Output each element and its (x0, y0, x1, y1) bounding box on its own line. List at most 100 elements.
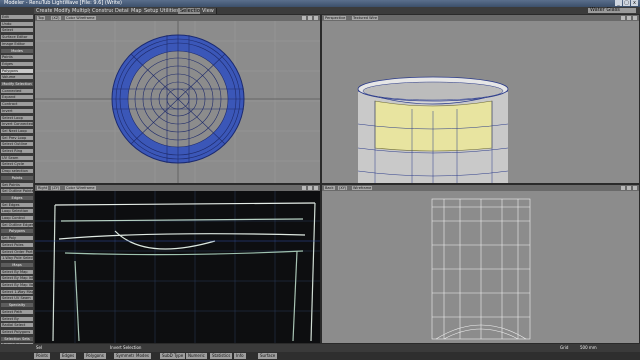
render-mode-dropdown[interactable]: Color Wireframe (65, 186, 96, 190)
grid-value: 500 mm (580, 345, 597, 350)
viewport-perspective[interactable]: Perspective Textured Wire (321, 14, 640, 184)
top-view-canvas (35, 21, 320, 183)
sidebar-button[interactable]: Sel Outline Edges (1, 222, 33, 227)
pan-icon[interactable] (302, 16, 306, 20)
sidebar-button[interactable]: Select Order Part (1, 249, 33, 254)
sidebar-button[interactable]: Sel Prev Loop (1, 135, 33, 140)
bottom-button[interactable]: Points (34, 353, 51, 359)
sidebar-button[interactable]: Surface Editor (1, 35, 33, 40)
sidebar-button[interactable]: Sel Poly (1, 236, 33, 241)
view-type-dropdown[interactable]: Right (37, 186, 49, 190)
sidebar-button[interactable]: Sel Next Loop (1, 128, 33, 133)
axis-label: (XY) (338, 186, 348, 190)
sel-label: Sel (36, 345, 43, 350)
back-view-canvas (431, 198, 531, 340)
maximize-viewport-icon[interactable] (314, 186, 318, 190)
viewport-top[interactable]: Top (XZ) Color Wireframe (34, 14, 321, 184)
right-view-canvas (35, 191, 320, 343)
sidebar-button[interactable]: Connected (1, 88, 33, 93)
sidebar-button[interactable]: Select Polygons (1, 329, 33, 334)
rotate-icon[interactable] (627, 186, 631, 190)
view-type-dropdown[interactable]: Perspective (324, 16, 347, 20)
render-mode-dropdown[interactable]: Color Wireframe (65, 16, 96, 20)
maximize-viewport-icon[interactable] (633, 16, 637, 20)
sidebar-button[interactable]: Select Poles (1, 242, 33, 247)
sidebar-button[interactable]: Edit (1, 15, 33, 19)
sidebar-button[interactable]: Invert Connected (1, 122, 33, 127)
bottom-button[interactable]: Statistics (210, 353, 233, 359)
pan-icon[interactable] (621, 186, 625, 190)
sidebar-section-header: Points (1, 175, 33, 180)
sidebar-button[interactable]: Select Outline (1, 142, 33, 147)
sidebar-button[interactable]: Loop Selection (1, 209, 33, 214)
pan-icon[interactable] (302, 186, 306, 190)
sidebar-button[interactable]: Edges (1, 61, 33, 66)
layer-dropdown[interactable]: Water Glass (588, 8, 636, 13)
bottom-button[interactable]: Surface (258, 353, 278, 359)
bottom-button[interactable]: Edges (60, 353, 77, 359)
viewport-right[interactable]: Right (ZY) Color Wireframe (34, 184, 321, 344)
sidebar-button[interactable]: Select Path (1, 309, 33, 314)
sidebar-button[interactable]: Sel Outline Points (1, 189, 33, 194)
sidebar-section-header: Polygons (1, 229, 33, 234)
bottom-button[interactable]: Modes (134, 353, 151, 359)
close-button[interactable]: x (631, 0, 638, 6)
sidebar-button[interactable]: Radial Select (1, 323, 33, 328)
sidebar-section-header: Modes (1, 48, 33, 53)
rotate-icon[interactable] (308, 16, 312, 20)
sidebar-button[interactable]: Select (1, 28, 33, 33)
render-mode-dropdown[interactable]: Wireframe (352, 186, 373, 190)
sidebar-button[interactable]: Polygons (1, 68, 33, 73)
sidebar-button[interactable]: UV Seam (1, 155, 33, 160)
sidebar-section-header: Selection Sets (1, 336, 33, 341)
sidebar-section-header: Specialty (1, 303, 33, 308)
pan-icon[interactable] (621, 16, 625, 20)
sidebar-section-header: Modify Selection (1, 82, 33, 86)
sidebar-button[interactable]: Expand (1, 95, 33, 100)
sidebar-button[interactable]: Select By Map Inf. (1, 276, 33, 281)
maximize-button[interactable]: ▢ (623, 0, 630, 6)
bottom-button[interactable]: Info (234, 353, 246, 359)
sidebar-button[interactable]: Invert (1, 108, 33, 113)
maximize-viewport-icon[interactable] (314, 16, 318, 20)
sidebar-button[interactable]: 1-Way Pole Select (1, 256, 33, 261)
sidebar-button[interactable]: Sel Edges (1, 202, 33, 207)
sidebar-button[interactable]: Select By (1, 316, 33, 321)
bottom-button[interactable]: Numeric (186, 353, 207, 359)
sidebar-button[interactable]: Select UV Seam (1, 296, 33, 301)
sidebar-button[interactable]: Undo (1, 21, 33, 26)
render-mode-dropdown[interactable]: Textured Wire (352, 16, 379, 20)
sidebar-button[interactable]: Contract (1, 102, 33, 107)
title-bar: Modeler - RenuTub LightWave [File: 9.6] … (0, 0, 640, 7)
sidebar-section-header: Edges (1, 195, 33, 200)
sidebar-button[interactable]: Image Editor (1, 41, 33, 46)
perspective-canvas (357, 76, 509, 183)
sidebar-button[interactable]: Set Points (1, 182, 33, 187)
status-bar: Sel Invert Selection Grid 500 mm (0, 344, 640, 352)
sidebar-button[interactable]: Select By Map (1, 269, 33, 274)
view-type-dropdown[interactable]: Top (37, 16, 45, 20)
axis-label: (ZY) (51, 186, 61, 190)
bottom-button[interactable]: SubD Type (160, 353, 186, 359)
sidebar-button[interactable]: Loop Control (1, 216, 33, 220)
grid-label: Grid (560, 345, 569, 350)
view-type-dropdown[interactable]: Back (324, 186, 335, 190)
sidebar-button[interactable]: Select Loop (1, 115, 33, 120)
minimize-button[interactable]: _ (615, 0, 622, 6)
sidebar-button[interactable]: Select By Map Val. (1, 283, 33, 287)
sidebar-button[interactable]: Volume (1, 75, 33, 80)
tool-sidebar: Edit Undo Select Surface Editor Image Editor… (0, 14, 34, 352)
viewport-back[interactable]: Back (XY) Wireframe (321, 184, 640, 344)
window-title: Modeler - RenuTub LightWave [File: 9.6] … (4, 0, 122, 6)
maximize-viewport-icon[interactable] (633, 186, 637, 190)
bottom-button[interactable]: Polygons (84, 353, 106, 359)
rotate-icon[interactable] (627, 16, 631, 20)
status-message: Invert Selection (110, 345, 142, 350)
sidebar-button[interactable]: Select Cycle (1, 162, 33, 167)
bottom-toolbar: Points Edges Polygons Symmetry Modes SubD Typ… (0, 352, 640, 360)
sidebar-button[interactable]: Select Ring (1, 149, 33, 153)
rotate-icon[interactable] (308, 186, 312, 190)
sidebar-button[interactable]: Drop selection (1, 169, 33, 174)
sidebar-button[interactable]: Points (1, 55, 33, 60)
sidebar-button[interactable]: Select 1-Way Map (1, 289, 33, 294)
